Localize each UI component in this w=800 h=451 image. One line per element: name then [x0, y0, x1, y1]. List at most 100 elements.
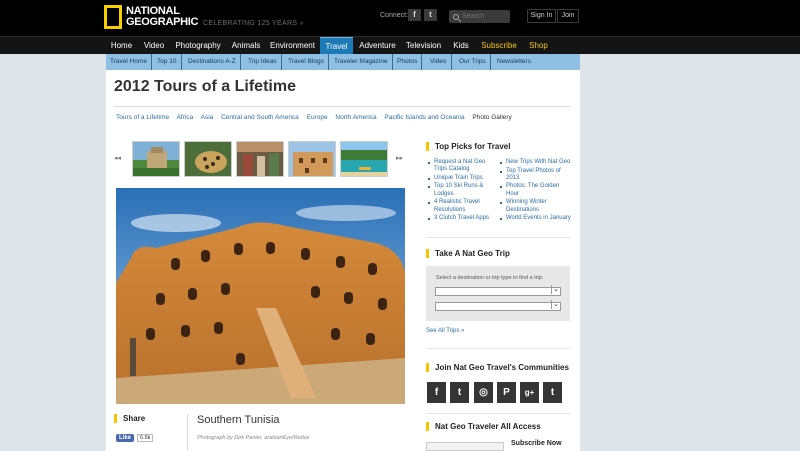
nav-animals[interactable]: Animals — [228, 37, 264, 55]
pinterest-icon[interactable]: P — [497, 382, 516, 403]
pick-link[interactable]: World Events in January — [500, 215, 572, 222]
top-picks-heading: Top Picks for Travel — [426, 142, 510, 151]
thumbnail-boat-market[interactable] — [236, 141, 284, 177]
natgeo-logo[interactable]: NATIONAL GEOGRAPHIC — [104, 5, 198, 29]
thumbnail-jaguar[interactable] — [184, 141, 232, 177]
title-divider — [114, 106, 570, 107]
all-access-heading-text: Nat Geo Traveler All Access — [435, 422, 541, 431]
pick-link[interactable]: Unique Train Trips — [428, 175, 498, 182]
connect-label: Connect: — [380, 12, 409, 19]
subscribe-now-link[interactable]: Subscribe Now — [511, 440, 562, 447]
category-africa[interactable]: Africa — [177, 114, 194, 121]
all-access-heading: Nat Geo Traveler All Access — [426, 422, 541, 431]
pick-link[interactable]: Winning Winter Destinations — [500, 199, 572, 214]
nav-video[interactable]: Video — [139, 37, 169, 55]
nav-photography[interactable]: Photography — [172, 37, 224, 55]
subnav-trip-ideas[interactable]: Trip Ideas — [248, 54, 282, 70]
subnav-destinations[interactable]: Destinations A-Z — [188, 54, 241, 70]
see-all-trips-link[interactable]: See All Trips » — [426, 328, 464, 334]
facebook-like-button[interactable]: Like — [116, 434, 135, 442]
category-pacific[interactable]: Pacific Islands and Oceania — [384, 114, 464, 121]
subnav-newsletters[interactable]: Newsletters — [497, 54, 535, 70]
communities-heading: Join Nat Geo Travel's Communities — [426, 363, 569, 372]
category-central-south-america[interactable]: Central and South America — [221, 114, 299, 121]
facebook-connect-button[interactable]: f — [408, 9, 421, 21]
thumbnail-ruins[interactable] — [132, 141, 180, 177]
share-heading: Share — [114, 414, 145, 423]
share-heading-text: Share — [123, 414, 146, 423]
pick-link[interactable]: 3 Clutch Travel Apps — [428, 215, 498, 222]
subnav-photos[interactable]: Photos — [397, 54, 423, 70]
take-trip-heading-text: Take A Nat Geo Trip — [435, 249, 510, 258]
caption-divider — [187, 414, 188, 451]
category-links: Tours of a Lifetime Africa Asia Central … — [116, 114, 518, 121]
main-photo-southern-tunisia — [116, 188, 405, 404]
subnav-traveler-magazine[interactable]: Traveler Magazine — [334, 54, 393, 70]
main-nav: Home Video Photography Animals Environme… — [0, 36, 800, 55]
strip-next-icon[interactable]: ▸▸ — [396, 154, 403, 162]
search-box — [449, 10, 510, 23]
nav-home[interactable]: Home — [106, 37, 137, 55]
category-photo-gallery: Photo Gallery — [472, 114, 512, 121]
category-asia[interactable]: Asia — [201, 114, 214, 121]
travel-sub-nav: Travel Home Top 10 Destinations A-Z Trip… — [106, 54, 580, 70]
category-tours[interactable]: Tours of a Lifetime — [116, 114, 169, 121]
sidebar-divider — [426, 413, 570, 414]
trip-finder-box: Select a destination or trip type to fin… — [426, 266, 570, 321]
nav-adventure[interactable]: Adventure — [357, 37, 398, 55]
subnav-travel-home[interactable]: Travel Home — [110, 54, 152, 70]
trip-type-select[interactable] — [435, 300, 561, 311]
subnav-travel-blogs[interactable]: Travel Blogs — [288, 54, 329, 70]
join-button[interactable]: Join — [557, 9, 579, 23]
communities-heading-text: Join Nat Geo Travel's Communities — [435, 363, 569, 372]
instagram-icon[interactable]: ◎ — [474, 382, 493, 403]
search-input[interactable] — [462, 13, 506, 20]
take-trip-heading: Take A Nat Geo Trip — [426, 249, 510, 258]
sidebar-divider — [426, 348, 570, 349]
magazine-thumbnail[interactable] — [426, 442, 504, 451]
photo-credit: Photograph by Dirk Panier, arabianEye/Re… — [197, 435, 310, 441]
like-count: 6.5k — [137, 434, 154, 442]
pick-link[interactable]: Top Travel Photos of 2013 — [500, 168, 572, 183]
anniversary-link[interactable]: CELEBRATING 125 YEARS » — [203, 20, 304, 27]
strip-prev-icon[interactable]: ◂◂ — [114, 154, 121, 162]
thumbnail-tunisia[interactable] — [288, 141, 336, 177]
top-picks-col-2: New Trips With Nat Geo Top Travel Photos… — [500, 159, 572, 224]
subnav-video[interactable]: Video — [430, 54, 452, 70]
pick-link[interactable]: Photos: The Golden Hour — [500, 183, 572, 198]
heading-accent — [114, 414, 117, 423]
photo-title: Southern Tunisia — [197, 414, 280, 426]
tumblr-icon[interactable]: t — [543, 382, 562, 403]
nav-subscribe[interactable]: Subscribe — [478, 37, 520, 55]
googleplus-icon[interactable]: g+ — [520, 382, 539, 403]
pick-link[interactable]: Top 10 Ski Runs & Lodges — [428, 183, 498, 198]
destination-select[interactable] — [435, 285, 561, 296]
heading-accent — [426, 422, 429, 431]
nav-environment[interactable]: Environment — [267, 37, 318, 55]
thumbnail-beach[interactable] — [340, 141, 388, 177]
pick-link[interactable]: 4 Realistic Travel Resolutions — [428, 199, 498, 214]
category-north-america[interactable]: North America — [335, 114, 376, 121]
sidebar-divider — [426, 237, 570, 238]
nav-travel[interactable]: Travel — [320, 37, 353, 55]
logo-text: NATIONAL GEOGRAPHIC — [126, 6, 198, 28]
trip-finder-prompt: Select a destination or trip type to fin… — [436, 275, 544, 281]
subnav-top-10[interactable]: Top 10 — [157, 54, 182, 70]
logo-line2: GEOGRAPHIC — [126, 16, 199, 28]
category-europe[interactable]: Europe — [307, 114, 328, 121]
nav-television[interactable]: Television — [403, 37, 444, 55]
top-picks-col-1: Request a Nat Geo Trips Catalog Unique T… — [428, 159, 498, 224]
twitter-icon[interactable]: t — [450, 382, 469, 403]
pick-link[interactable]: Request a Nat Geo Trips Catalog — [428, 159, 498, 174]
sign-in-button[interactable]: Sign In — [527, 9, 556, 23]
nav-shop[interactable]: Shop — [525, 37, 552, 55]
subnav-our-trips[interactable]: Our Trips — [459, 54, 491, 70]
facebook-like-widget: Like 6.5k — [116, 434, 154, 442]
top-picks-heading-text: Top Picks for Travel — [435, 142, 511, 151]
search-icon[interactable] — [453, 13, 459, 20]
twitter-connect-button[interactable]: t — [424, 9, 437, 21]
nav-kids[interactable]: Kids — [449, 37, 473, 55]
page-title: 2012 Tours of a Lifetime — [114, 78, 296, 95]
pick-link[interactable]: New Trips With Nat Geo — [500, 159, 572, 166]
facebook-icon[interactable]: f — [427, 382, 446, 403]
